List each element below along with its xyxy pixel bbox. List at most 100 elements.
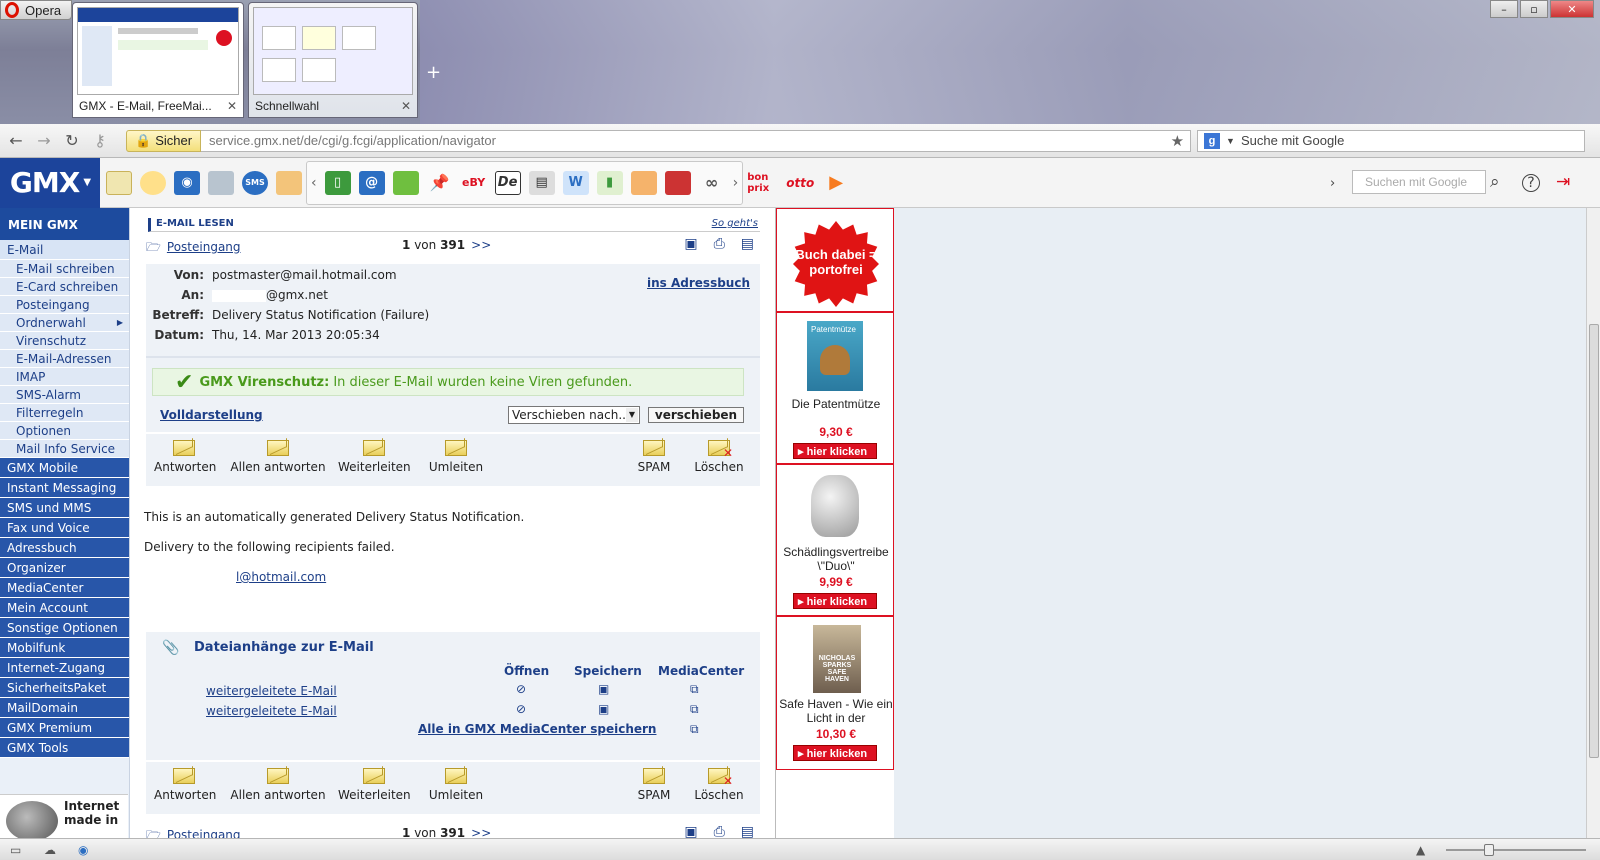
- logout-icon[interactable]: ⇥: [1556, 172, 1570, 192]
- sidebar-item-internet[interactable]: Internet-Zugang: [0, 658, 129, 678]
- save-attachment-icon[interactable]: ▣: [598, 702, 609, 716]
- sidebar-item-other-options[interactable]: Sonstige Optionen: [0, 618, 129, 638]
- ad-portofrei[interactable]: Buch dabei = portofrei: [776, 208, 894, 312]
- move-button[interactable]: verschieben: [648, 407, 744, 423]
- forward-icon[interactable]: →: [32, 131, 56, 150]
- sidebar-subitem-ecard[interactable]: E-Card schreiben: [0, 278, 129, 296]
- bookmark-star-icon[interactable]: ★: [1171, 132, 1184, 150]
- mediacenter-icon[interactable]: ⧉: [690, 682, 699, 697]
- ad-patentmuetze[interactable]: Patentmütze Die Patentmütze 9,30 € ▸ hie…: [776, 312, 894, 464]
- redirect-button[interactable]: Umleiten: [426, 768, 486, 802]
- gmx-logo[interactable]: GMX ▼: [0, 157, 100, 208]
- sms-icon[interactable]: SMS: [242, 170, 268, 195]
- cloud-icon[interactable]: ☁: [44, 843, 56, 857]
- reply-all-button[interactable]: Allen antworten: [230, 768, 326, 802]
- sidebar-subitem-filter[interactable]: Filterregeln: [0, 404, 129, 422]
- search-icon[interactable]: ⌕: [1490, 172, 1500, 192]
- chevron-down-icon[interactable]: ▼: [1226, 136, 1235, 146]
- turbo-icon[interactable]: ◉: [78, 843, 88, 857]
- pin-icon[interactable]: 📌: [427, 171, 453, 195]
- help-icon[interactable]: ?: [1522, 174, 1540, 192]
- scrollbar-thumb[interactable]: [1589, 324, 1599, 758]
- add-to-addressbook-link[interactable]: ins Adressbuch: [647, 276, 750, 290]
- sidebar-item-premium[interactable]: GMX Premium: [0, 718, 129, 738]
- browser-search-field[interactable]: g ▼ Suche mit Google: [1197, 129, 1586, 152]
- sidebar-item-maildomain[interactable]: MailDomain: [0, 698, 129, 718]
- sidebar-item-mobilfunk[interactable]: Mobilfunk: [0, 638, 129, 658]
- reload-icon[interactable]: ↻: [60, 131, 84, 150]
- folder-link[interactable]: 🗁 Posteingang: [146, 238, 241, 259]
- next-link[interactable]: >>: [471, 238, 491, 252]
- ad-pest-repeller[interactable]: Schädlingsvertreibe \"Duo\" 9,99 € ▸ hie…: [776, 464, 894, 616]
- reply-button[interactable]: Antworten: [154, 768, 216, 802]
- attachment-link[interactable]: weitergeleitete E-Mail: [206, 684, 337, 698]
- source-icon[interactable]: ▤: [741, 824, 754, 838]
- save-attachment-icon[interactable]: ▣: [598, 682, 609, 696]
- failed-recipient-link[interactable]: l@hotmail.com: [236, 570, 326, 584]
- sidebar-item-mediacenter[interactable]: MediaCenter: [0, 578, 129, 598]
- de-icon[interactable]: De: [494, 170, 521, 195]
- open-attachment-icon[interactable]: ⊘: [516, 702, 526, 716]
- ebay-icon[interactable]: eBY: [461, 171, 487, 195]
- notebook-icon[interactable]: ▯: [324, 170, 351, 195]
- chevron-left-icon[interactable]: ‹: [311, 175, 317, 191]
- zoom-slider[interactable]: [1446, 844, 1586, 856]
- open-attachment-icon[interactable]: ⊘: [516, 682, 526, 696]
- chevron-right-icon[interactable]: ›: [1330, 176, 1335, 191]
- sidebar-subitem-sms-alarm[interactable]: SMS-Alarm: [0, 386, 129, 404]
- sidebar-item-fax[interactable]: Fax und Voice: [0, 518, 129, 538]
- sidebar-subitem-compose[interactable]: E-Mail schreiben: [0, 260, 129, 278]
- move-folder-select[interactable]: Verschieben nach... ▼: [508, 406, 640, 424]
- at-icon[interactable]: @: [358, 170, 385, 195]
- chevron-up-icon[interactable]: ▲: [1416, 843, 1425, 857]
- panel-toggle-icon[interactable]: ▭: [10, 843, 21, 857]
- gmx-search-input[interactable]: Suchen mit Google: [1352, 170, 1486, 194]
- forward-button[interactable]: Weiterleiten: [338, 440, 411, 474]
- bonprix-icon[interactable]: bon prix: [747, 171, 777, 195]
- bookmark-icon[interactable]: [392, 170, 419, 195]
- forward-button[interactable]: Weiterleiten: [338, 768, 411, 802]
- next-link[interactable]: >>: [471, 826, 491, 838]
- print-icon[interactable]: ⎙: [714, 236, 725, 252]
- opera-menu-button[interactable]: Opera: [0, 0, 72, 20]
- sidebar-item-mobile[interactable]: GMX Mobile: [0, 458, 129, 478]
- reply-all-button[interactable]: Allen antworten: [230, 440, 326, 474]
- book-icon[interactable]: [664, 170, 691, 195]
- full-view-link[interactable]: Volldarstellung: [160, 408, 263, 422]
- sidebar-item-account[interactable]: Mein Account: [0, 598, 129, 618]
- mediacenter-icon[interactable]: ⧉: [690, 722, 699, 737]
- fax-icon[interactable]: [208, 170, 234, 195]
- sidebar-item-addressbook[interactable]: Adressbuch: [0, 538, 129, 558]
- back-icon[interactable]: ←: [4, 131, 28, 150]
- sidebar-item-email[interactable]: E-Mail: [0, 240, 129, 260]
- chevron-right-icon[interactable]: ›: [733, 175, 739, 191]
- save-all-mediacenter-link[interactable]: Alle in GMX MediaCenter speichern: [418, 722, 656, 736]
- sidebar-subitem-folders[interactable]: Ordnerwahl ▶: [0, 314, 129, 332]
- key-icon[interactable]: ⚷: [88, 131, 112, 150]
- spam-button[interactable]: SPAM: [632, 768, 676, 802]
- spam-button[interactable]: SPAM: [632, 440, 676, 474]
- sidebar-subitem-imap[interactable]: IMAP: [0, 368, 129, 386]
- translate-icon[interactable]: ▤: [528, 170, 555, 195]
- sidebar-item-im[interactable]: Instant Messaging: [0, 478, 129, 498]
- tab-close-icon[interactable]: ✕: [227, 99, 237, 113]
- sidebar-item-organizer[interactable]: Organizer: [0, 558, 129, 578]
- sidebar-subitem-inbox[interactable]: Posteingang: [0, 296, 129, 314]
- shopping-icon[interactable]: [630, 170, 657, 195]
- camera-icon[interactable]: ◉: [174, 170, 200, 195]
- ad-cta-button[interactable]: ▸ hier klicken: [793, 745, 877, 761]
- reply-button[interactable]: Antworten: [154, 440, 216, 474]
- attachment-link[interactable]: weitergeleitete E-Mail: [206, 704, 337, 718]
- tab-gmx[interactable]: GMX - E-Mail, FreeMai... ✕: [72, 2, 244, 118]
- calendar-icon[interactable]: [276, 170, 302, 195]
- print-icon[interactable]: ⎙: [714, 824, 725, 838]
- ad-cta-button[interactable]: ▸ hier klicken: [793, 593, 877, 609]
- sidebar-subitem-mail-info[interactable]: Mail Info Service: [0, 440, 129, 458]
- sidebar-item-security[interactable]: SicherheitsPaket: [0, 678, 129, 698]
- url-field[interactable]: service.gmx.net/de/cgi/g.fcgi/applicatio…: [201, 129, 1192, 152]
- delete-button[interactable]: ✕ Löschen: [694, 768, 744, 802]
- sidebar-item-tools[interactable]: GMX Tools: [0, 738, 129, 758]
- tab-speed-dial[interactable]: Schnellwahl ✕: [248, 2, 418, 118]
- save-icon[interactable]: ▣: [684, 236, 697, 252]
- otto-icon[interactable]: otto: [785, 171, 815, 195]
